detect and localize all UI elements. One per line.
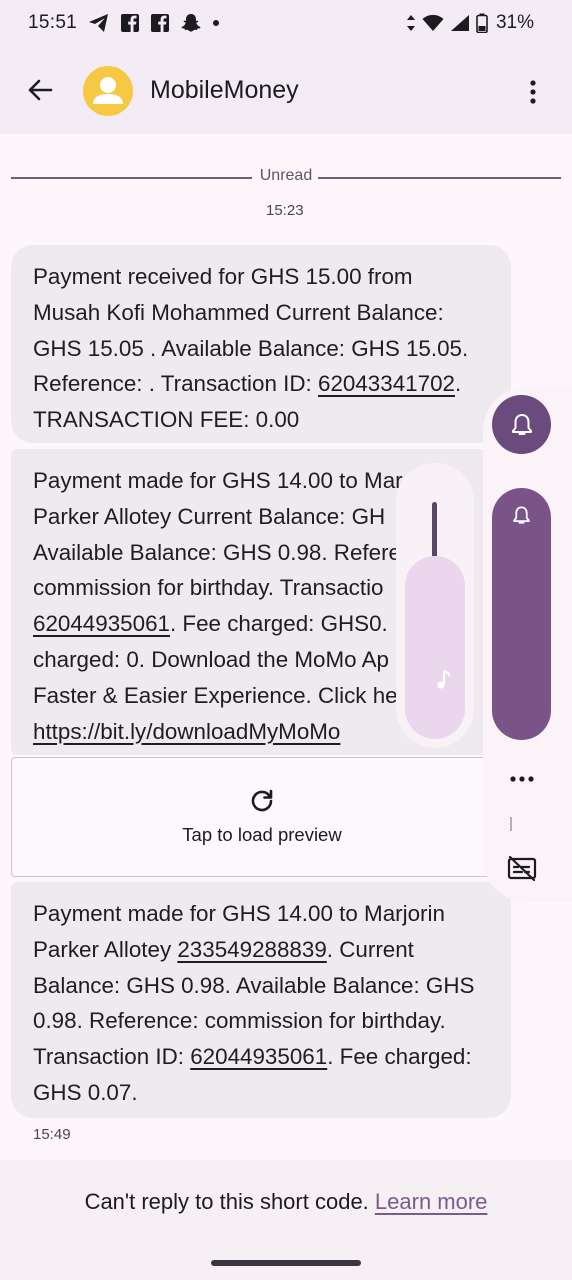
music-note-icon bbox=[437, 670, 451, 689]
transaction-id-link[interactable]: 62043341702 bbox=[318, 371, 455, 396]
data-arrows-icon bbox=[406, 15, 415, 31]
message-bubble[interactable]: Payment made for GHS 14.00 to Marjorin P… bbox=[11, 882, 511, 1118]
battery-percent: 31% bbox=[495, 12, 534, 33]
message-line: GHS 0.07. bbox=[33, 1079, 138, 1105]
message-line: Musah Kofi Mohammed Current Balance: bbox=[33, 299, 444, 325]
avatar-person-icon bbox=[93, 77, 123, 104]
refresh-icon bbox=[251, 789, 273, 812]
message-line: TRANSACTION FEE: 0.00 bbox=[33, 407, 300, 433]
volume-divider bbox=[510, 817, 512, 831]
message-line: Transaction ID: 62044935061. Fee charged… bbox=[33, 1039, 489, 1075]
transaction-id-link[interactable]: 62044935061 bbox=[33, 611, 170, 636]
top-bar-area: 15:51 31% MobileMoney bbox=[0, 0, 572, 134]
status-time: 15:51 bbox=[28, 12, 78, 33]
message-text: Parker Allotey bbox=[33, 936, 178, 962]
app-bar: MobileMoney bbox=[0, 48, 572, 134]
message-text: Transaction ID: bbox=[33, 1044, 191, 1070]
message-text: . Current bbox=[326, 936, 414, 962]
message-line: Parker Allotey 233549288839. Current bbox=[33, 932, 489, 968]
dot-icon bbox=[213, 20, 219, 26]
message-line: Payment made for GHS 14.00 to Marjorin bbox=[33, 901, 445, 926]
message-text: . bbox=[454, 371, 462, 397]
reply-footer: Can't reply to this short code. Learn mo… bbox=[0, 1160, 572, 1280]
facebook-icon bbox=[151, 14, 169, 32]
notification-icons bbox=[88, 12, 220, 34]
signal-icon bbox=[450, 15, 469, 31]
link-preview-card[interactable]: Tap to load preview bbox=[11, 757, 511, 877]
captions-off-icon bbox=[507, 855, 537, 881]
media-volume-panel bbox=[396, 463, 474, 748]
back-button[interactable] bbox=[20, 70, 60, 110]
avatar[interactable] bbox=[83, 66, 133, 116]
unread-divider-left bbox=[11, 177, 252, 179]
no-reply-text: Can't reply to this short code. bbox=[84, 1189, 375, 1214]
battery-icon bbox=[476, 13, 488, 33]
no-reply-notice: Can't reply to this short code. Learn mo… bbox=[0, 1189, 572, 1215]
unread-label: Unread bbox=[259, 167, 313, 184]
load-preview-label: Tap to load preview bbox=[182, 824, 342, 845]
wifi-icon bbox=[422, 14, 444, 31]
message-line: Balance: GHS 0.98. Available Balance: GH… bbox=[33, 972, 475, 998]
bell-icon bbox=[511, 413, 532, 435]
status-bar: 15:51 31% bbox=[0, 0, 572, 48]
back-arrow-icon bbox=[28, 79, 53, 101]
message-line: 0.98. Reference: commission for birthday… bbox=[33, 1008, 446, 1034]
message-timestamp: 15:49 bbox=[33, 1126, 71, 1143]
more-vert-icon bbox=[530, 80, 536, 104]
gesture-nav-handle[interactable] bbox=[211, 1260, 361, 1266]
volume-more-button[interactable] bbox=[501, 765, 543, 793]
media-volume-handle[interactable] bbox=[432, 502, 437, 560]
message-text: Reference: . Transaction ID: bbox=[33, 371, 318, 397]
facebook-icon bbox=[121, 14, 139, 32]
message-line: Payment received for GHS 15.00 from bbox=[33, 264, 413, 289]
conversation-title[interactable]: MobileMoney bbox=[150, 76, 299, 105]
phone-number-link[interactable]: 233549288839 bbox=[177, 937, 326, 962]
media-volume-slider[interactable] bbox=[405, 556, 465, 739]
snapchat-icon bbox=[181, 14, 201, 32]
download-url-link[interactable]: https://bit.ly/downloadMyMoMo bbox=[33, 719, 340, 744]
telegram-icon bbox=[89, 14, 108, 32]
message-line: Reference: . Transaction ID: 62043341702… bbox=[33, 366, 489, 402]
learn-more-link[interactable]: Learn more bbox=[375, 1189, 488, 1214]
system-icons: 31% bbox=[406, 12, 534, 34]
unread-divider-right bbox=[318, 177, 561, 179]
message-line: GHS 15.05 . Available Balance: GHS 15.05… bbox=[33, 335, 469, 361]
ring-volume-slider[interactable] bbox=[492, 488, 551, 740]
message-text: . Fee charged: bbox=[327, 1044, 472, 1070]
live-caption-button[interactable] bbox=[501, 850, 543, 886]
more-options-button[interactable] bbox=[518, 72, 548, 112]
message-timestamp: 15:23 bbox=[266, 202, 304, 219]
ringer-mode-button[interactable] bbox=[492, 395, 551, 454]
bell-icon bbox=[513, 506, 530, 524]
message-bubble[interactable]: Payment received for GHS 15.00 from Musa… bbox=[11, 245, 511, 443]
message-text: . Fee charged: GHS0. bbox=[169, 611, 388, 637]
transaction-id-link[interactable]: 62044935061 bbox=[190, 1044, 327, 1069]
more-horiz-icon bbox=[510, 776, 534, 782]
